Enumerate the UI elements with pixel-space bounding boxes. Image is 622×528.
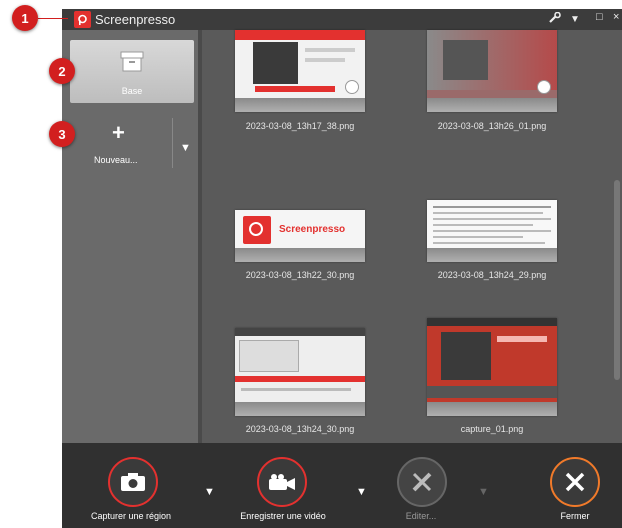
marker-connector [38, 18, 68, 19]
thumbnail-6[interactable] [427, 318, 557, 416]
thumbnail-filename: 2023-03-08_13h24_30.png [245, 424, 355, 434]
thumbnail-filename: capture_01.png [460, 424, 524, 434]
thumbnail-4[interactable] [427, 200, 557, 262]
record-dropdown-icon[interactable]: ▼ [356, 486, 367, 498]
video-camera-icon [269, 474, 295, 490]
thumbnail-1[interactable] [235, 30, 365, 112]
step-marker: 3 [49, 121, 75, 147]
thumbnail-3[interactable]: Screenpresso [235, 210, 365, 262]
thumbnail-5[interactable] [235, 328, 365, 416]
thumbnail-brand-text: Screenpresso [279, 224, 346, 235]
app-logo-icon [74, 11, 91, 28]
record-video-label: Enregistrer une vidéo [240, 511, 326, 521]
camera-icon [121, 473, 145, 491]
capture-region-label: Capturer une région [90, 511, 172, 521]
plus-icon[interactable]: + [112, 122, 125, 144]
scrollbar[interactable] [614, 180, 620, 380]
thumbnail-2[interactable] [427, 30, 557, 112]
capture-region-button[interactable] [108, 457, 158, 507]
record-video-button[interactable] [257, 457, 307, 507]
archive-icon [120, 51, 144, 72]
close-button[interactable] [550, 457, 600, 507]
close-window-icon[interactable]: × [613, 11, 619, 23]
thumbnail-filename: 2023-03-08_13h17_38.png [245, 121, 355, 131]
base-label: Base [121, 86, 143, 96]
maximize-icon[interactable]: □ [596, 11, 603, 23]
capture-dropdown-icon[interactable]: ▼ [204, 486, 215, 498]
step-marker: 2 [49, 58, 75, 84]
close-label: Fermer [560, 511, 590, 521]
thumbnail-filename: 2023-03-08_13h26_01.png [437, 121, 547, 131]
dropdown-arrow-icon[interactable]: ▼ [570, 14, 580, 25]
edit-button[interactable] [397, 457, 447, 507]
thumbnail-filename: 2023-03-08_13h24_29.png [437, 270, 547, 280]
new-workspace-button[interactable]: Nouveau... [94, 155, 138, 165]
edit-dropdown-icon[interactable]: ▼ [478, 486, 489, 498]
step-marker: 1 [12, 5, 38, 31]
thumbnail-filename: 2023-03-08_13h22_30.png [245, 270, 355, 280]
wrench-icon[interactable] [548, 11, 562, 27]
edit-label: Editer... [405, 511, 437, 521]
divider [172, 118, 173, 168]
edit-tools-icon [412, 472, 432, 492]
app-title: Screenpresso [95, 12, 176, 27]
new-dropdown-icon[interactable]: ▼ [180, 142, 191, 154]
close-icon [565, 472, 585, 492]
